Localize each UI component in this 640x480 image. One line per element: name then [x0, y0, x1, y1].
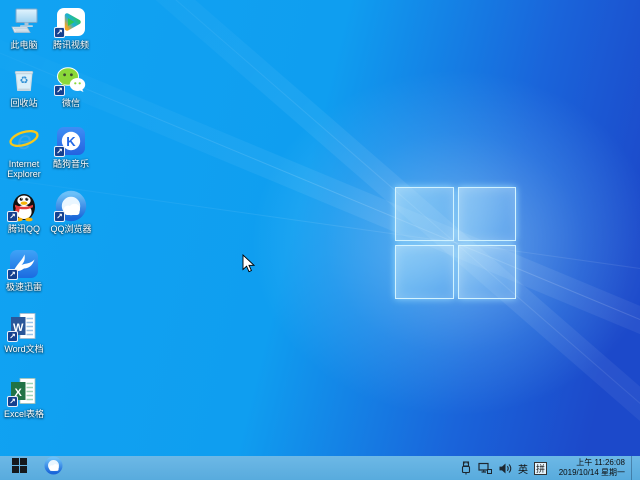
desktop[interactable]: 此电脑 ♻ 回收站 e Internet Explorer: [0, 0, 640, 480]
windows-logo-pane: [395, 187, 454, 241]
shortcut-arrow-badge: ↗: [54, 85, 65, 96]
recycle-bin-icon: ♻: [8, 64, 40, 96]
windows-logo-wallpaper: [395, 187, 516, 299]
shortcut-arrow-badge: ↗: [7, 269, 18, 280]
desktop-icon-label: 微信: [41, 98, 101, 108]
desktop-icon-qq-browser[interactable]: ↗ QQ浏览器: [41, 190, 101, 234]
taskbar-qq-browser-button[interactable]: [38, 456, 68, 480]
taskbar-clock[interactable]: 上午 11:26:08 2019/10/14 星期一: [553, 458, 625, 478]
desktop-icon-kugou-music[interactable]: K ↗ 酷狗音乐: [41, 125, 101, 169]
network-icon[interactable]: [478, 462, 492, 475]
desktop-icon-tencent-video[interactable]: ↗ 腾讯视频: [41, 6, 101, 50]
ie-letter: e: [17, 125, 31, 155]
shortcut-arrow-badge: ↗: [54, 211, 65, 222]
clock-time: 上午 11:26:08: [553, 458, 625, 468]
usb-safely-remove-icon[interactable]: [460, 461, 472, 475]
show-desktop-button[interactable]: [631, 456, 636, 480]
qq-browser-icon: [44, 456, 63, 480]
windows-logo-pane: [458, 245, 517, 299]
mouse-cursor: [242, 254, 255, 278]
desktop-icon-label: 极速迅雷: [0, 282, 54, 292]
shortcut-arrow-badge: ↗: [7, 331, 18, 342]
desktop-icon-xunlei[interactable]: ↗ 极速迅雷: [0, 248, 54, 292]
ime-mode-icon[interactable]: 拼: [534, 462, 547, 475]
shortcut-arrow-badge: ↗: [54, 146, 65, 157]
wallpaper-ray: [0, 152, 640, 334]
internet-explorer-icon: e: [8, 125, 40, 157]
shortcut-arrow-badge: ↗: [54, 27, 65, 38]
this-pc-icon: [8, 6, 40, 38]
desktop-icon-excel[interactable]: X ↗ Excel表格: [0, 375, 54, 419]
ime-language-indicator[interactable]: 英: [518, 461, 528, 476]
desktop-icon-wechat[interactable]: ↗ 微信: [41, 64, 101, 108]
volume-icon[interactable]: [498, 462, 512, 475]
shortcut-arrow-badge: ↗: [7, 396, 18, 407]
taskbar: 英 拼 上午 11:26:08 2019/10/14 星期一: [0, 456, 640, 480]
desktop-icon-label: Excel表格: [0, 409, 54, 419]
desktop-icon-label: 酷狗音乐: [41, 159, 101, 169]
start-button[interactable]: [0, 456, 38, 480]
desktop-icon-label: Word文档: [0, 344, 54, 354]
desktop-icon-label: QQ浏览器: [41, 224, 101, 234]
recycle-symbol: ♻: [20, 76, 29, 87]
windows-logo-pane: [458, 187, 517, 241]
desktop-icon-label: 腾讯视频: [41, 40, 101, 50]
shortcut-arrow-badge: ↗: [7, 211, 18, 222]
windows-logo-pane: [395, 245, 454, 299]
clock-date: 2019/10/14 星期一: [553, 468, 625, 478]
windows-start-icon: [12, 458, 27, 478]
system-tray: 英 拼 上午 11:26:08 2019/10/14 星期一: [460, 456, 640, 480]
desktop-icon-word[interactable]: W ↗ Word文档: [0, 310, 54, 354]
kugou-letter: K: [66, 134, 76, 149]
